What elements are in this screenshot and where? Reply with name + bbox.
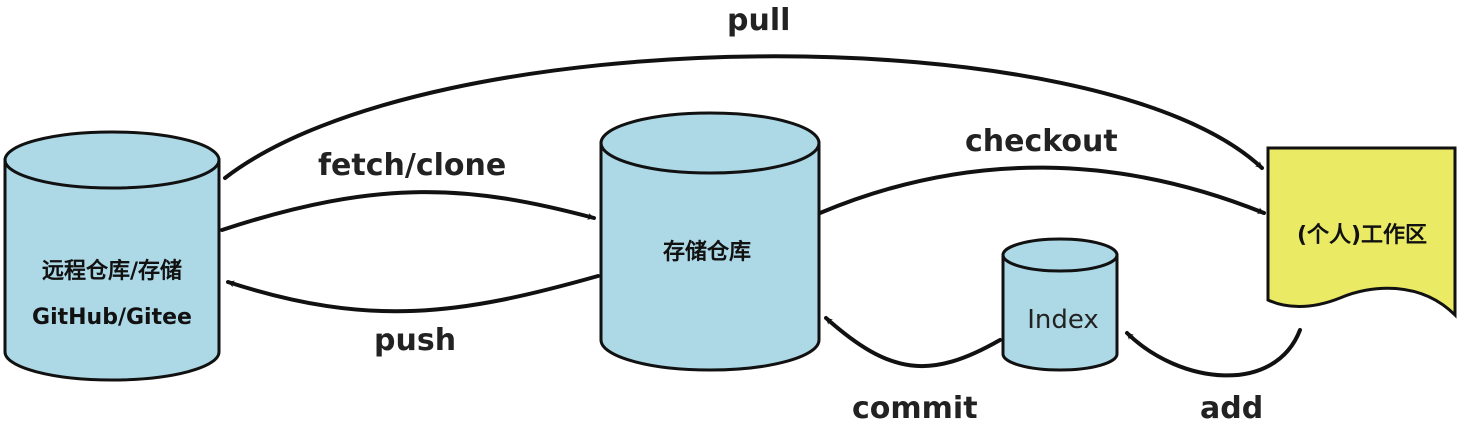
git-workflow-diagram: pull fetch/clone push checkout commit ad…	[3, 3, 1457, 425]
index-label: Index	[1027, 305, 1099, 335]
pull-label: pull	[727, 3, 790, 38]
remote-label-line2: GitHub/Gitee	[32, 305, 192, 330]
fetch-clone-arrow	[220, 190, 596, 232]
checkout-arrow	[818, 165, 1266, 215]
checkout-label: checkout	[965, 124, 1118, 159]
fetch-clone-label: fetch/clone	[318, 148, 506, 183]
remote-repository-cylinder	[3, 130, 221, 382]
push-arrow	[226, 274, 600, 314]
repository-label: 存储仓库	[663, 239, 751, 265]
add-label: add	[1200, 391, 1263, 425]
add-arrow	[1125, 328, 1302, 378]
push-label: push	[374, 323, 456, 358]
commit-arrow	[824, 316, 1002, 368]
commit-label: commit	[852, 391, 978, 425]
workspace-label: (个人)工作区	[1297, 223, 1427, 248]
remote-label-line1: 远程仓库/存储	[42, 258, 182, 284]
